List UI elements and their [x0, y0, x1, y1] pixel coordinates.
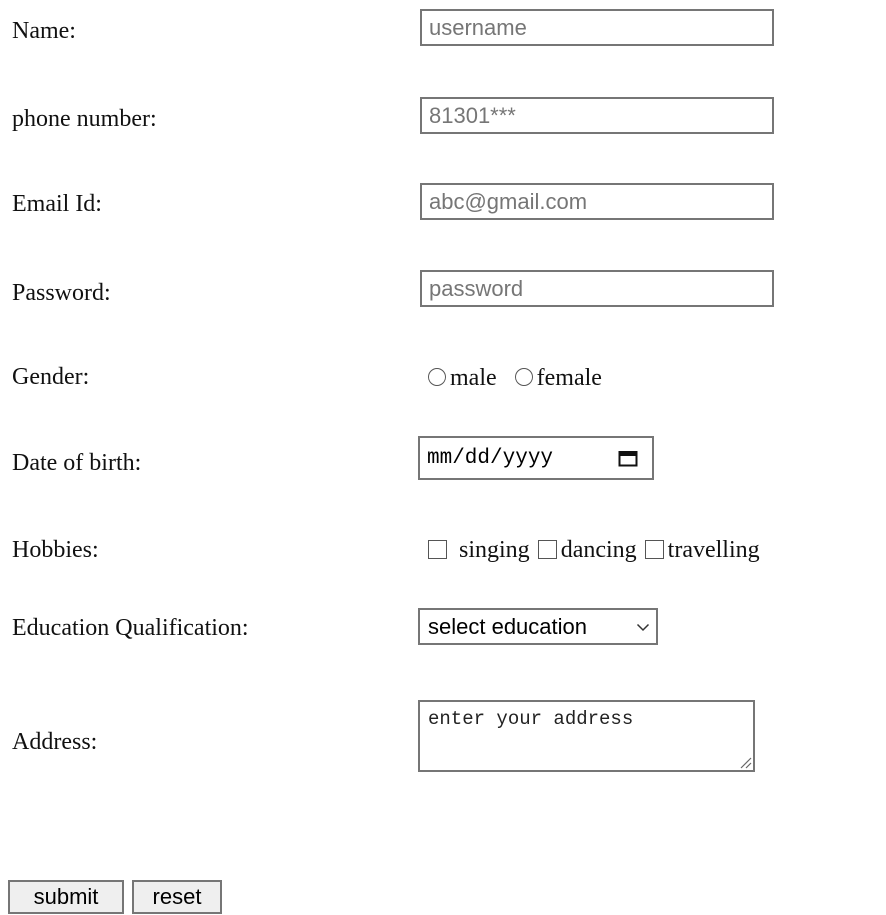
chevron-down-icon — [636, 623, 650, 631]
submit-button[interactable]: submit — [8, 880, 124, 914]
dob-label: Date of birth: — [12, 450, 142, 476]
calendar-icon[interactable] — [618, 449, 638, 467]
address-label: Address: — [12, 729, 98, 755]
checkbox-dancing-label[interactable]: dancing — [561, 536, 637, 564]
name-input[interactable] — [420, 9, 774, 46]
phone-label: phone number: — [12, 106, 157, 132]
password-input[interactable] — [420, 270, 774, 307]
checkbox-travelling[interactable] — [644, 539, 664, 559]
checkbox-dancing[interactable] — [537, 539, 557, 559]
name-label: Name: — [12, 18, 76, 44]
radio-male[interactable] — [428, 368, 446, 386]
phone-input[interactable] — [420, 97, 774, 134]
education-select[interactable]: select education — [418, 608, 658, 645]
checkbox-travelling-label[interactable]: travelling — [668, 536, 760, 564]
email-label: Email Id: — [12, 191, 102, 217]
radio-female[interactable] — [514, 368, 533, 386]
checkbox-singing[interactable] — [428, 539, 447, 559]
hobbies-label: Hobbies: — [12, 537, 99, 563]
education-selected-value: select education — [428, 613, 587, 639]
hobbies-options: singing dancing travelling — [428, 536, 760, 564]
radio-female-label[interactable]: female — [537, 364, 602, 392]
dob-input[interactable]: mm/dd/yyyy — [418, 436, 654, 480]
address-textarea[interactable] — [418, 700, 755, 772]
education-label: Education Qualification: — [12, 615, 249, 641]
gender-options: male female — [428, 364, 602, 392]
reset-button[interactable]: reset — [132, 880, 222, 914]
email-input[interactable] — [420, 183, 774, 220]
resize-handle-icon[interactable] — [738, 755, 752, 769]
password-label: Password: — [12, 280, 111, 306]
checkbox-singing-label[interactable]: singing — [459, 536, 530, 564]
gender-label: Gender: — [12, 364, 90, 390]
radio-male-label[interactable]: male — [450, 364, 497, 392]
dob-placeholder: mm/dd/yyyy — [427, 446, 554, 470]
